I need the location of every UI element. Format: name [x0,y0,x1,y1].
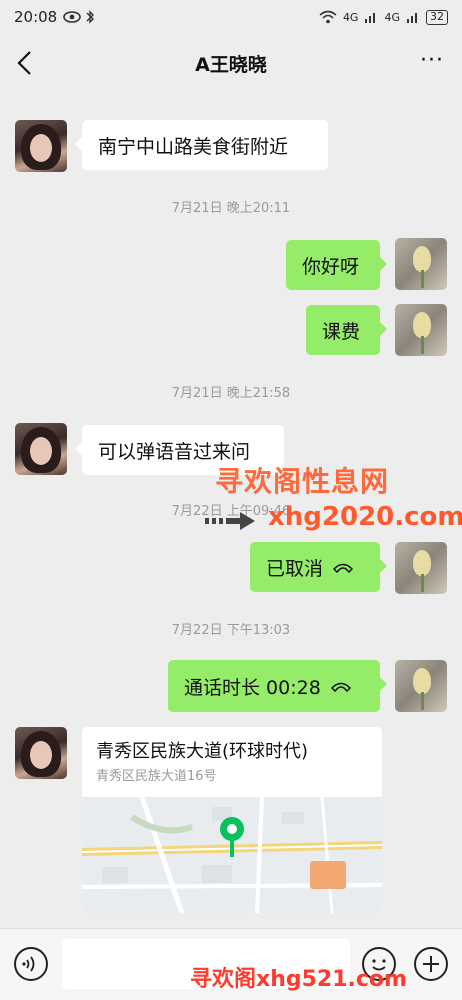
location-address: 青秀区民族大道16号 [96,769,217,784]
eye-icon [63,11,82,23]
more-functions-button[interactable] [414,947,448,981]
watermark-site-url: xhg2020.com [268,502,462,532]
contact-avatar[interactable] [15,120,67,172]
my-avatar[interactable] [395,542,447,594]
message-bubble-incoming[interactable]: 南宁中山路美食街附近 [75,120,328,170]
wifi-icon [319,10,337,24]
message-text: 课费 [322,320,361,343]
signal-icon [365,13,376,23]
status-left-icons [63,10,95,24]
contact-avatar[interactable] [15,727,67,779]
call-bubble-outgoing[interactable]: 通话时长 00:28 [168,660,387,712]
phone-hangup-icon [333,563,354,573]
chat-area[interactable]: 南宁中山路美食街附近 7月21日 晚上20:11 你好呀 课费 7月21日 晚上… [0,92,462,928]
message-text: 已取消 [266,557,324,580]
message-text: 你好呀 [302,255,360,278]
watermark-site-name: 寻欢阁性息网 [215,465,390,498]
message-timestamp: 7月21日 晚上20:11 [171,201,291,216]
call-bubble-outgoing[interactable]: 已取消 [250,542,387,592]
my-avatar[interactable] [395,238,447,290]
chat-header: A王晓晓 ··· [0,34,462,92]
contact-avatar[interactable] [15,423,67,475]
message-bubble-outgoing[interactable]: 你好呀 [286,240,387,290]
signal-label-1: 4G [342,10,359,24]
message-text: 通话时长 00:28 [184,676,321,699]
voice-icon [22,956,35,972]
battery-icon: 32 [426,9,448,25]
my-avatar[interactable] [395,304,447,356]
voice-input-button[interactable] [14,947,48,981]
signal-icon [407,13,417,23]
status-bar: 20:08 4G 4G 32 [0,0,462,34]
location-title: 青秀区民族大道(环球时代) [96,741,309,762]
back-arrow-icon[interactable] [14,50,38,76]
message-text: 南宁中山路美食街附近 [98,135,289,158]
more-options-icon[interactable]: ··· [420,50,444,72]
status-right-icons: 4G 4G 32 [319,9,448,25]
my-avatar[interactable] [395,660,447,712]
status-time: 20:08 [14,8,58,26]
watermark-bottom: 寻欢阁xhg521.com [190,967,407,992]
bluetooth-icon [86,10,95,24]
message-bubble-outgoing[interactable]: 课费 [306,305,387,355]
input-bar: 寻欢阁xhg521.com [0,928,462,1000]
chat-title: A王晓晓 [195,53,267,76]
location-map[interactable] [82,797,382,913]
arrow-right-icon [205,512,255,530]
message-timestamp: 7月21日 晚上21:58 [171,386,291,401]
signal-label-2: 4G [384,10,400,24]
message-timestamp: 7月22日 下午13:03 [171,623,291,638]
location-card[interactable]: 青秀区民族大道(环球时代) 青秀区民族大道16号 [82,727,382,913]
phone-hangup-icon [330,682,351,692]
